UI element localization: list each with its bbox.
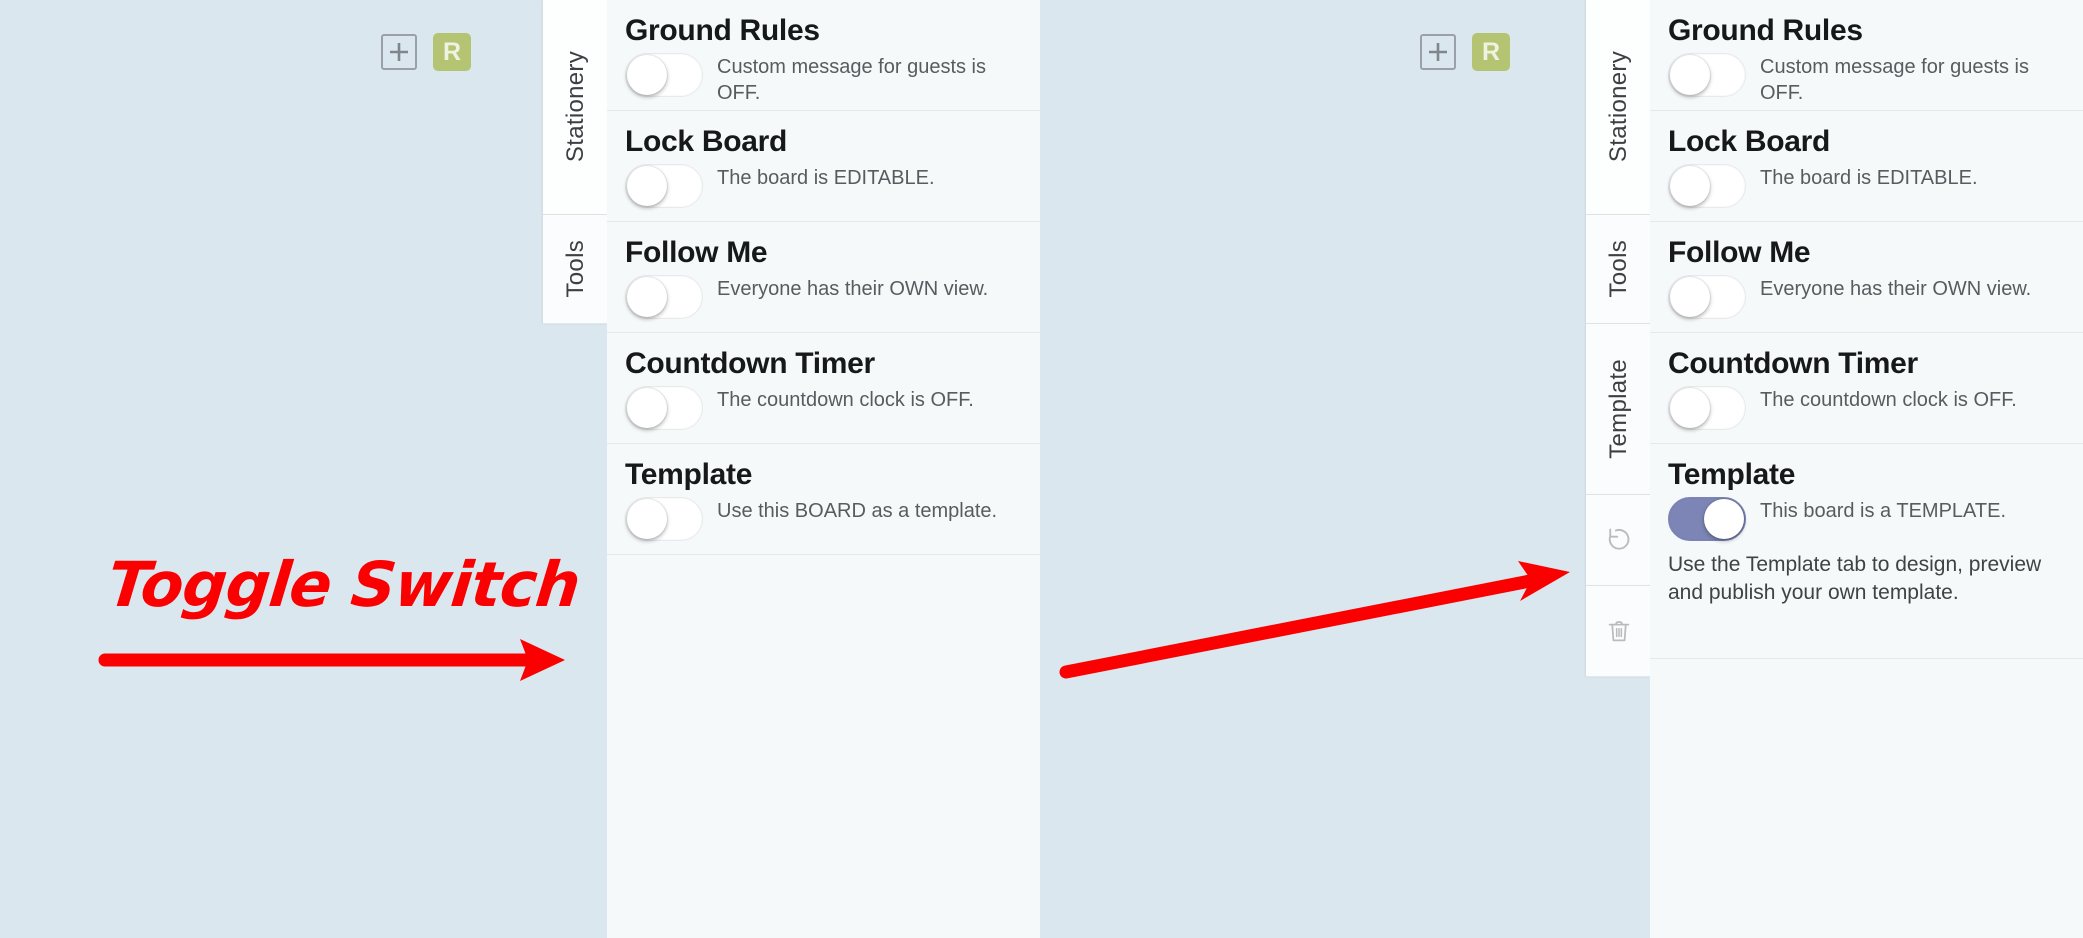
toggle-template[interactable] — [625, 497, 703, 541]
card-row: Everyone has their OWN view. — [1668, 273, 2065, 319]
toggle-knob — [1670, 277, 1710, 317]
card-title: Countdown Timer — [625, 347, 875, 380]
sidebar-item-stationery[interactable]: Stationery — [543, 0, 609, 215]
toggle-template[interactable] — [1668, 497, 1746, 541]
card-title: Follow Me — [1668, 236, 1811, 269]
sidebar-item-tools[interactable]: Tools — [1586, 215, 1652, 324]
card-row: Custom message for guests is OFF. — [625, 51, 1022, 106]
card-row: Everyone has their OWN view. — [625, 273, 1022, 319]
screenshot-stage: R Stationery Tools Ground Rules Custom m… — [0, 0, 2083, 938]
toggle-knob — [627, 388, 667, 428]
card-row: The board is EDITABLE. — [1668, 162, 2065, 208]
settings-panel-before: Ground Rules Custom message for guests i… — [607, 0, 1040, 938]
toggle-knob — [1704, 499, 1744, 539]
toggle-follow-me[interactable] — [625, 275, 703, 319]
toggle-ground-rules[interactable] — [625, 53, 703, 97]
setting-card-template: Template This board is a TEMPLATE. Use t… — [1650, 444, 2083, 659]
toggle-knob — [1670, 166, 1710, 206]
tab-rail-after: Stationery Tools Template — [1586, 0, 1652, 677]
card-description: The board is EDITABLE. — [1760, 167, 1978, 189]
toggle-countdown-timer[interactable] — [1668, 386, 1746, 430]
panel-filler — [1650, 659, 2083, 938]
undo-button[interactable] — [1586, 495, 1652, 586]
setting-card-lock-board: Lock Board The board is EDITABLE. — [1650, 111, 2083, 222]
setting-card-ground-rules: Ground Rules Custom message for guests i… — [1650, 0, 2083, 111]
toggle-knob — [627, 166, 667, 206]
toggle-ground-rules[interactable] — [1668, 53, 1746, 97]
panel-before: R Stationery Tools Ground Rules Custom m… — [0, 0, 1043, 938]
card-title: Template — [625, 458, 753, 491]
sidebar-item-template[interactable]: Template — [1586, 324, 1652, 495]
card-row: Custom message for guests is OFF. — [1668, 51, 2065, 106]
add-button[interactable] — [381, 34, 417, 70]
card-row: The board is EDITABLE. — [625, 162, 1022, 208]
card-description: Custom message for guests is OFF. — [717, 56, 986, 104]
tab-label: Tools — [1605, 240, 1632, 298]
setting-card-follow-me: Follow Me Everyone has their OWN view. — [1650, 222, 2083, 333]
template-help-text: Use the Template tab to design, preview … — [1668, 553, 2042, 604]
avatar[interactable]: R — [1472, 33, 1510, 71]
add-button[interactable] — [1420, 34, 1456, 70]
trash-icon — [1608, 621, 1630, 642]
plus-icon — [1429, 43, 1447, 61]
card-row: The countdown clock is OFF. — [1668, 384, 2065, 430]
sidebar-item-tools[interactable]: Tools — [543, 215, 609, 324]
board-toolbar-before: R — [381, 33, 471, 71]
plus-icon — [390, 43, 408, 61]
toggle-knob — [627, 55, 667, 95]
tab-label: Template — [1605, 359, 1632, 459]
setting-card-countdown-timer: Countdown Timer The countdown clock is O… — [1650, 333, 2083, 444]
toggle-lock-board[interactable] — [1668, 164, 1746, 208]
panel-after: R Stationery Tools Template Ground Rules… — [1043, 0, 2083, 938]
card-description: The board is EDITABLE. — [717, 167, 935, 189]
panel-filler — [607, 555, 1040, 938]
card-title: Follow Me — [625, 236, 768, 269]
card-title: Lock Board — [1668, 125, 1831, 158]
toggle-countdown-timer[interactable] — [625, 386, 703, 430]
tab-rail-before: Stationery Tools — [543, 0, 609, 324]
card-description: The countdown clock is OFF. — [717, 389, 974, 411]
tab-label: Stationery — [1605, 51, 1632, 163]
card-description: Everyone has their OWN view. — [1760, 278, 2032, 300]
tab-label: Tools — [562, 240, 589, 298]
tab-label: Stationery — [562, 51, 589, 163]
card-description: Custom message for guests is OFF. — [1760, 56, 2029, 104]
card-title: Template — [1668, 458, 1796, 491]
toggle-knob — [1670, 55, 1710, 95]
card-row: Use this BOARD as a template. — [625, 495, 1022, 541]
card-description: The countdown clock is OFF. — [1760, 389, 2017, 411]
toggle-lock-board[interactable] — [625, 164, 703, 208]
card-row: This board is a TEMPLATE. — [1668, 495, 2065, 541]
settings-panel-after: Ground Rules Custom message for guests i… — [1650, 0, 2083, 938]
card-description: Everyone has their OWN view. — [717, 278, 989, 300]
undo-icon — [1608, 528, 1630, 550]
toggle-follow-me[interactable] — [1668, 275, 1746, 319]
setting-card-follow-me: Follow Me Everyone has their OWN view. — [607, 222, 1040, 333]
delete-button[interactable] — [1586, 586, 1652, 677]
toggle-knob — [1670, 388, 1710, 428]
avatar[interactable]: R — [433, 33, 471, 71]
card-description: Use this BOARD as a template. — [717, 500, 998, 522]
board-toolbar-after: R — [1420, 33, 1510, 71]
sidebar-item-stationery[interactable]: Stationery — [1586, 0, 1652, 215]
card-description: This board is a TEMPLATE. — [1760, 500, 2007, 522]
toggle-knob — [627, 499, 667, 539]
card-row: The countdown clock is OFF. — [625, 384, 1022, 430]
card-title: Ground Rules — [625, 14, 820, 47]
setting-card-template: Template Use this BOARD as a template. — [607, 444, 1040, 555]
setting-card-lock-board: Lock Board The board is EDITABLE. — [607, 111, 1040, 222]
setting-card-ground-rules: Ground Rules Custom message for guests i… — [607, 0, 1040, 111]
annotation-label: Toggle Switch — [104, 548, 584, 621]
card-title: Ground Rules — [1668, 14, 1863, 47]
toggle-knob — [627, 277, 667, 317]
card-title: Lock Board — [625, 125, 788, 158]
setting-card-countdown-timer: Countdown Timer The countdown clock is O… — [607, 333, 1040, 444]
card-title: Countdown Timer — [1668, 347, 1918, 380]
